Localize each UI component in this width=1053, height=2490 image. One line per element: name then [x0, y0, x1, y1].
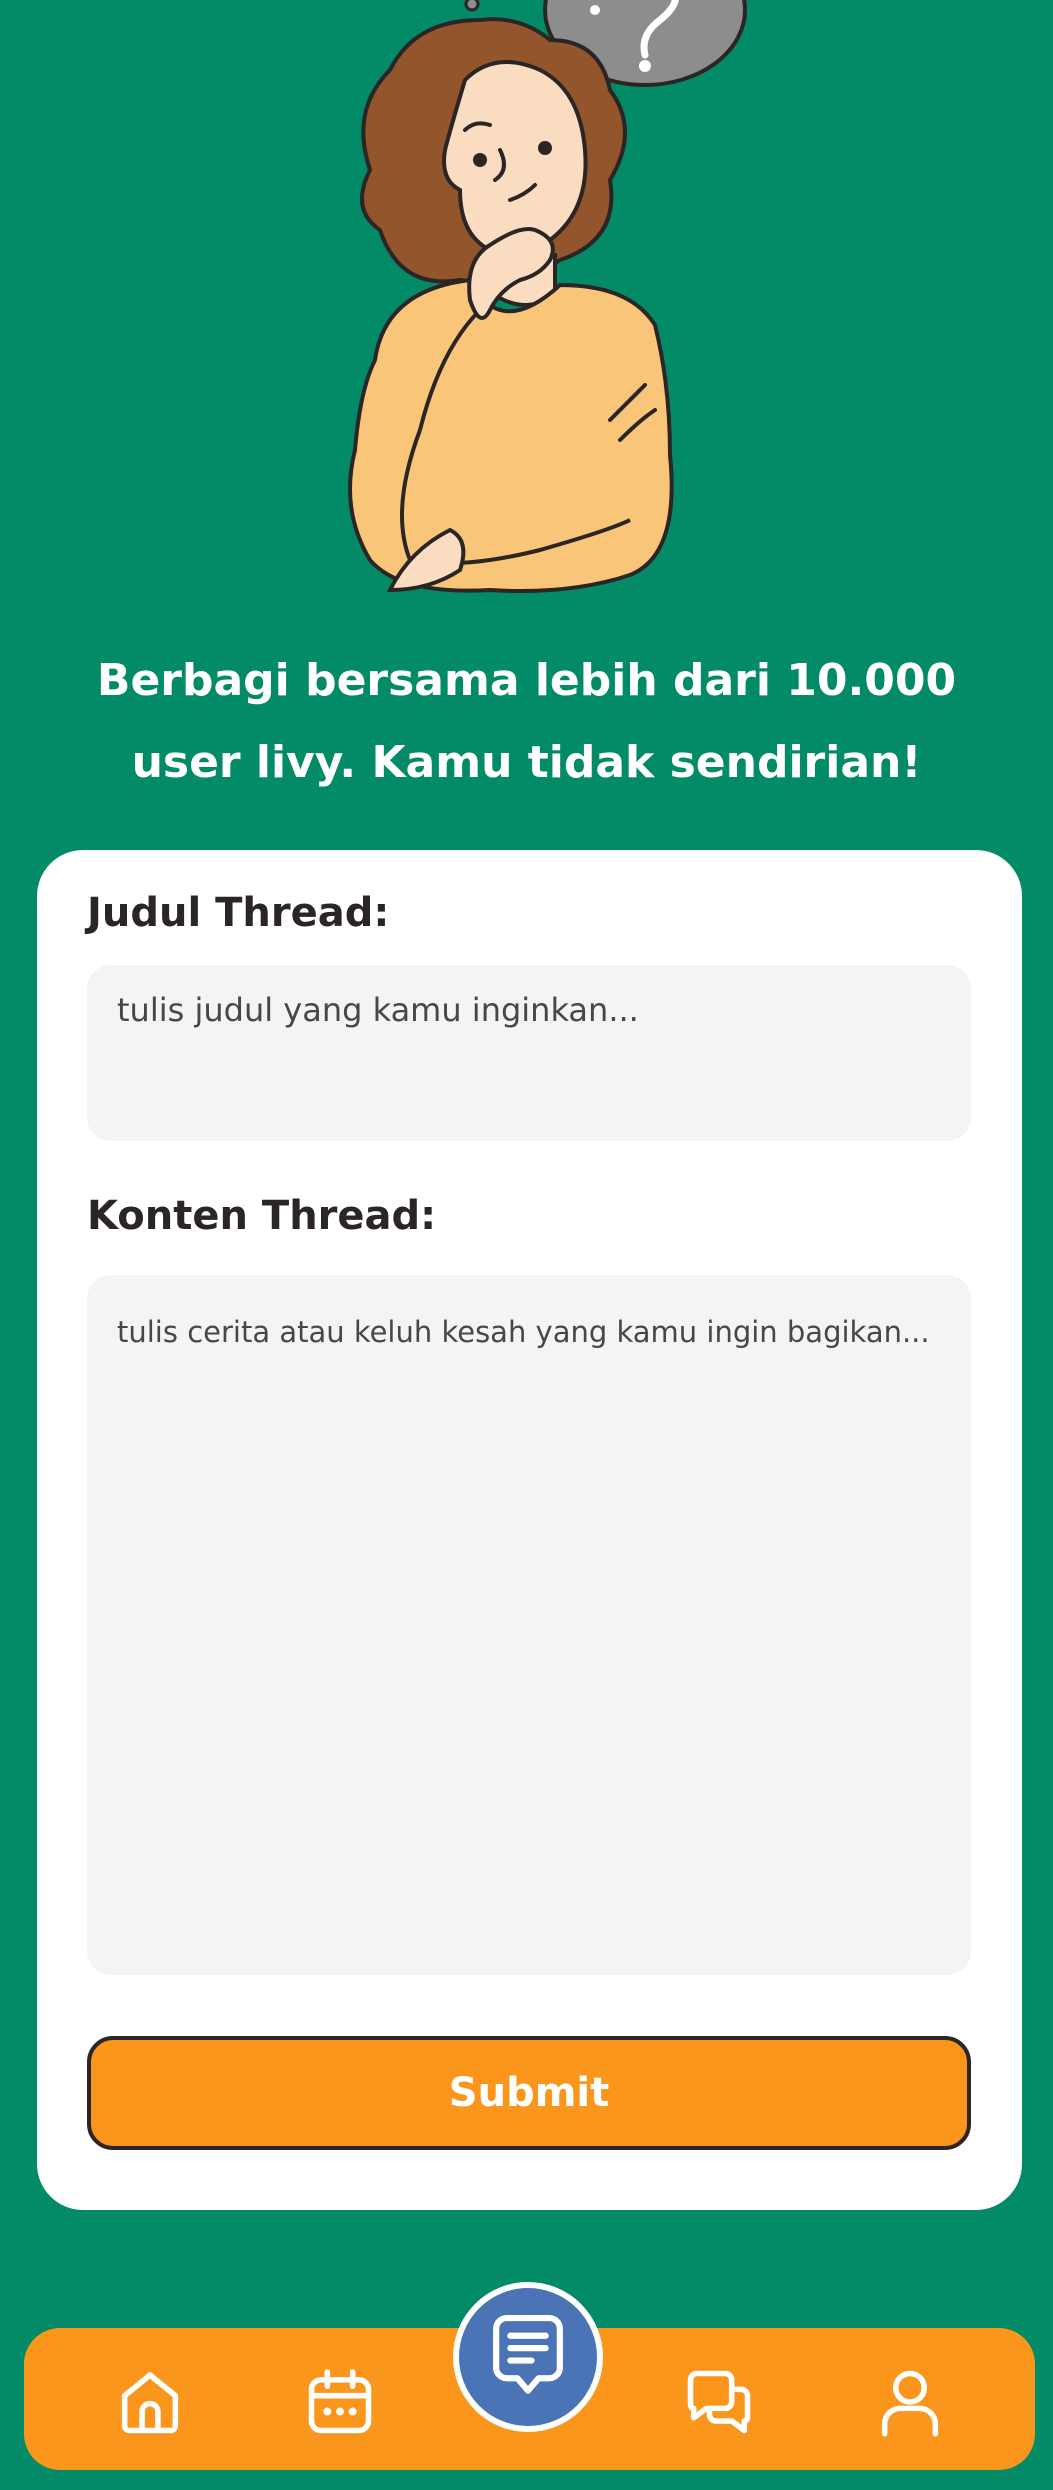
title-label: Judul Thread:: [87, 890, 390, 936]
new-thread-button[interactable]: [453, 2282, 603, 2432]
content-textarea[interactable]: tulis cerita atau keluh kesah yang kamu …: [87, 1275, 971, 1975]
nav-chat[interactable]: [679, 2362, 759, 2442]
content-label: Konten Thread:: [87, 1193, 437, 1239]
calendar-icon: [308, 2369, 372, 2434]
thread-form-card: Judul Thread: tulis judul yang kamu ingi…: [37, 850, 1022, 2210]
content-textarea-placeholder: tulis cerita atau keluh kesah yang kamu …: [117, 1315, 930, 1349]
profile-icon: [881, 2370, 939, 2437]
headline-line-1: Berbagi bersama lebih dari 10.000: [96, 655, 957, 706]
headline: Berbagi bersama lebih dari 10.000 user l…: [60, 640, 993, 804]
title-input[interactable]: tulis judul yang kamu inginkan...: [87, 965, 971, 1141]
home-icon: [121, 2372, 179, 2434]
title-input-placeholder: tulis judul yang kamu inginkan...: [117, 991, 639, 1029]
submit-button[interactable]: Submit: [87, 2036, 971, 2150]
chat-icon: [687, 2370, 751, 2434]
headline-line-2: user livy. Kamu tidak sendirian!: [131, 737, 922, 788]
nav-home[interactable]: [110, 2362, 190, 2442]
new-thread-icon: [493, 2314, 563, 2394]
submit-button-label: Submit: [448, 2070, 610, 2116]
thinking-woman-illustration: [348, 0, 747, 593]
hero-illustration: [0, 0, 1053, 640]
nav-calendar[interactable]: [300, 2362, 380, 2442]
nav-profile[interactable]: [870, 2362, 950, 2442]
